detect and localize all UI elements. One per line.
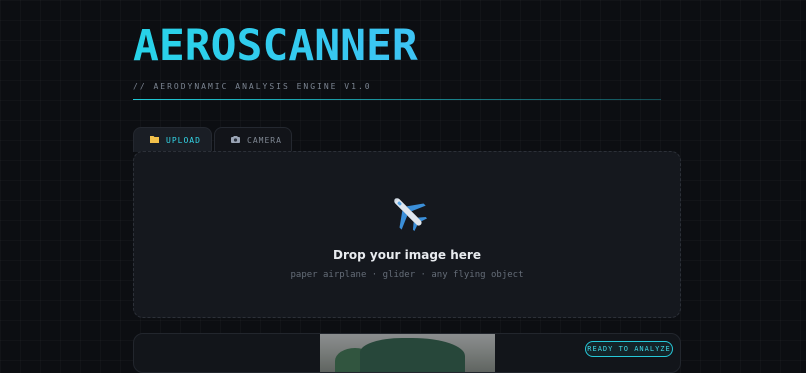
app-title: AEROSCANNER	[133, 18, 681, 74]
camera-icon	[231, 135, 240, 145]
airplane-icon	[394, 198, 428, 232]
header-divider	[133, 99, 661, 100]
input-tabs: UPLOAD CAMERA	[133, 127, 292, 152]
image-dropzone[interactable]: Drop your image here paper airplane · gl…	[133, 151, 681, 318]
app-subtitle: // AERODYNAMIC ANALYSIS ENGINE V1.0	[133, 82, 372, 91]
status-badge: READY TO ANALYZE	[585, 341, 673, 357]
tab-camera-label: CAMERA	[247, 135, 282, 145]
tab-upload-label: UPLOAD	[166, 135, 201, 145]
app-header: AEROSCANNER // AERODYNAMIC ANALYSIS ENGI…	[133, 18, 681, 100]
dropzone-hint: paper airplane · glider · any flying obj…	[290, 270, 524, 280]
folder-icon	[150, 135, 159, 145]
dropzone-title: Drop your image here	[333, 248, 481, 262]
tab-camera[interactable]: CAMERA	[214, 127, 292, 152]
preview-image	[320, 334, 495, 372]
tab-upload[interactable]: UPLOAD	[133, 127, 212, 152]
